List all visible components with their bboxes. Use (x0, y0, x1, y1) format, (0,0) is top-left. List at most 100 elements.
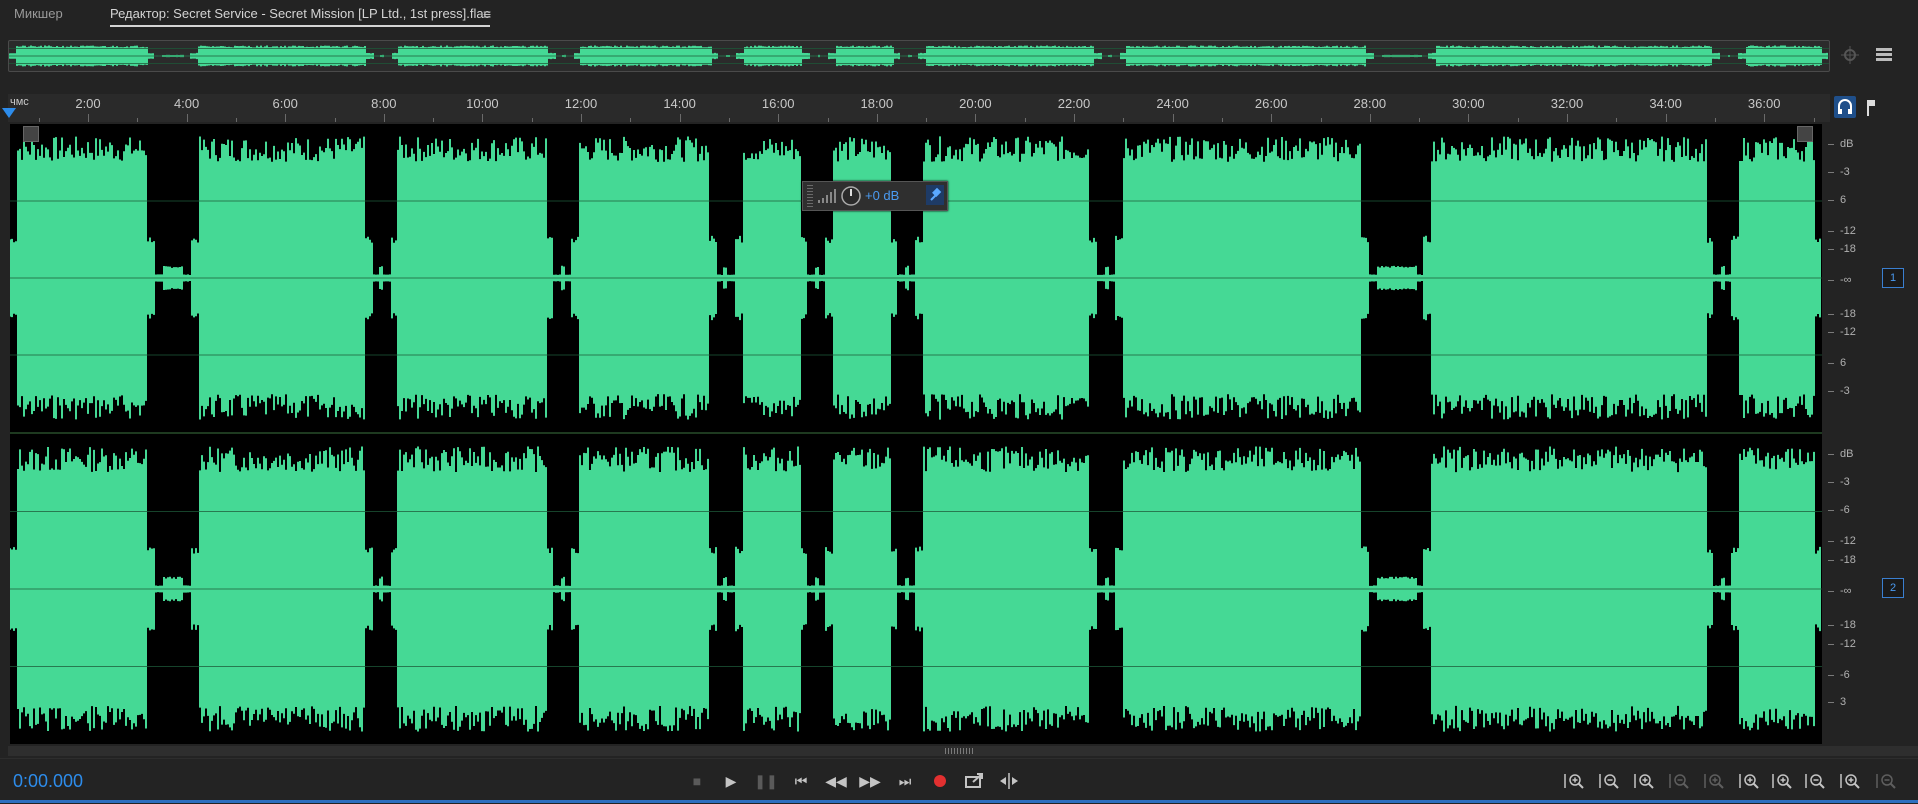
zoom-out-time-icon[interactable] (1801, 769, 1829, 793)
db-tick (1828, 144, 1834, 146)
hud-gain-control[interactable]: +0 dB (802, 181, 948, 211)
ruler-tick (1369, 114, 1371, 122)
db-tick (1828, 230, 1834, 232)
ruler-tick (975, 114, 977, 122)
ruler-label: 24:00 (1156, 96, 1189, 111)
zoom-in-left-icon[interactable] (1735, 769, 1763, 793)
ruler-minor-tick (531, 118, 533, 122)
fade-in-handle-icon[interactable] (23, 126, 39, 142)
tab-editor[interactable]: Редактор: Secret Service - Secret Missio… (110, 6, 491, 27)
ruler-minor-tick (1714, 118, 1716, 122)
channel-2-waveform[interactable] (10, 434, 1822, 744)
ruler-label: 2:00 (75, 96, 101, 111)
db-tick (1828, 590, 1834, 592)
ruler-tick (679, 114, 681, 122)
ruler-tick (186, 114, 188, 122)
ruler-label: 34:00 (1649, 96, 1682, 111)
db-label: -12 (1840, 326, 1856, 339)
scrollbar-grip[interactable] (945, 748, 975, 754)
ruler-label: 36:00 (1747, 96, 1781, 111)
db-label: -18 (1840, 553, 1856, 566)
pin-icon[interactable] (926, 185, 944, 205)
db-label: -∞ (1840, 584, 1852, 597)
ruler-minor-tick (334, 118, 336, 122)
channel-divider (10, 432, 1822, 434)
skip-to-start-icon[interactable]: ⏮ (789, 769, 813, 793)
db-label: -∞ (1840, 273, 1852, 286)
time-ruler[interactable]: чмс 2:00 4:00 6:00 8:00 10:00 12:00 14:00 16:00… (8, 94, 1830, 122)
playhead-marker[interactable] (2, 108, 16, 118)
ruler-label: 4:00 (173, 96, 200, 111)
ruler-minor-tick (630, 118, 632, 122)
horizontal-scrollbar[interactable] (8, 746, 1918, 756)
db-tick (1828, 279, 1834, 281)
db-label: -12 (1840, 224, 1856, 237)
fast-forward-icon[interactable]: ▶▶ (858, 769, 882, 793)
ruler-minor-tick (1813, 118, 1815, 122)
ruler-tick (1764, 114, 1766, 122)
db-label: -3 (1840, 384, 1850, 397)
overview-options-icon[interactable] (1873, 44, 1895, 66)
channel-2-toggle[interactable]: 2 (1882, 578, 1904, 598)
overview-navigator[interactable] (8, 40, 1830, 72)
db-label: -3 (1840, 476, 1850, 489)
ruler-tick (482, 114, 484, 122)
ruler-tick (1172, 114, 1174, 122)
ruler-tick (876, 114, 878, 122)
zoom-in-time-icon[interactable] (1630, 769, 1658, 793)
db-label: -6 (1840, 504, 1850, 517)
ruler-minor-tick (1419, 118, 1421, 122)
zoom-out-all-icon[interactable] (1872, 769, 1900, 793)
transport-bar: 0:00.000 ■ ▶ ❚❚ ⏮ ◀◀ ▶▶ ⏭ (0, 758, 1918, 804)
zoom-selection-icon[interactable] (1700, 769, 1728, 793)
volume-knob-icon[interactable] (840, 185, 862, 207)
ruler-minor-tick (433, 118, 435, 122)
ruler-label: 10:00 (466, 96, 499, 111)
ruler-tick (778, 114, 780, 122)
waveform-right (10, 446, 1822, 732)
db-label: -18 (1840, 243, 1856, 256)
hud-drag-handle[interactable] (807, 185, 813, 207)
db-label: -3 (1840, 166, 1850, 179)
pause-icon[interactable]: ❚❚ (754, 769, 778, 793)
zoom-crosshair-icon[interactable] (1839, 44, 1861, 66)
skip-to-end-icon[interactable]: ⏭ (893, 769, 917, 793)
loop-playback-icon[interactable] (962, 769, 986, 793)
db-label: -18 (1840, 307, 1856, 320)
hamburger-menu-icon[interactable]: ≡ (483, 6, 491, 22)
db-tick (1828, 249, 1834, 251)
zoom-out-full-icon[interactable] (1665, 769, 1693, 793)
ruler-minor-tick (1024, 118, 1026, 122)
db-tick (1828, 541, 1834, 543)
db-label: dB (1840, 448, 1854, 461)
ruler-minor-tick (1320, 118, 1322, 122)
channel-1-waveform[interactable] (10, 124, 1822, 432)
rewind-icon[interactable]: ◀◀ (824, 769, 848, 793)
ruler-label: 32:00 (1550, 96, 1584, 111)
current-time-display[interactable]: 0:00.000 (13, 771, 83, 792)
play-icon[interactable]: ▶ (719, 769, 743, 793)
db-label: -6 (1840, 668, 1850, 681)
db-label: 6 (1840, 193, 1847, 206)
zoom-to-selection-icon[interactable] (1836, 769, 1864, 793)
tab-mixer[interactable]: Микшер (14, 6, 63, 21)
marker-flag-icon[interactable] (1860, 96, 1882, 118)
snap-headphones-icon[interactable] (1834, 96, 1856, 118)
record-icon[interactable] (928, 769, 952, 793)
ruler-tick (1271, 114, 1273, 122)
hud-gain-value[interactable]: +0 dB (865, 188, 899, 203)
ruler-tick (88, 114, 89, 122)
zoom-in-amplitude-icon[interactable] (1560, 769, 1588, 793)
ruler-label: 8:00 (371, 96, 397, 111)
channel-1-toggle[interactable]: 1 (1882, 268, 1904, 288)
ruler-label: 28:00 (1353, 96, 1387, 111)
ruler-minor-tick (235, 118, 237, 122)
ruler-minor-tick (1123, 118, 1125, 122)
skip-selection-icon[interactable] (997, 769, 1021, 793)
stop-icon[interactable]: ■ (685, 769, 709, 793)
zoom-in-right-icon[interactable] (1768, 769, 1796, 793)
ruler-tick (285, 114, 287, 122)
fade-out-handle-icon[interactable] (1797, 126, 1813, 142)
zoom-out-amplitude-icon[interactable] (1595, 769, 1623, 793)
ruler-tick (1074, 114, 1075, 122)
